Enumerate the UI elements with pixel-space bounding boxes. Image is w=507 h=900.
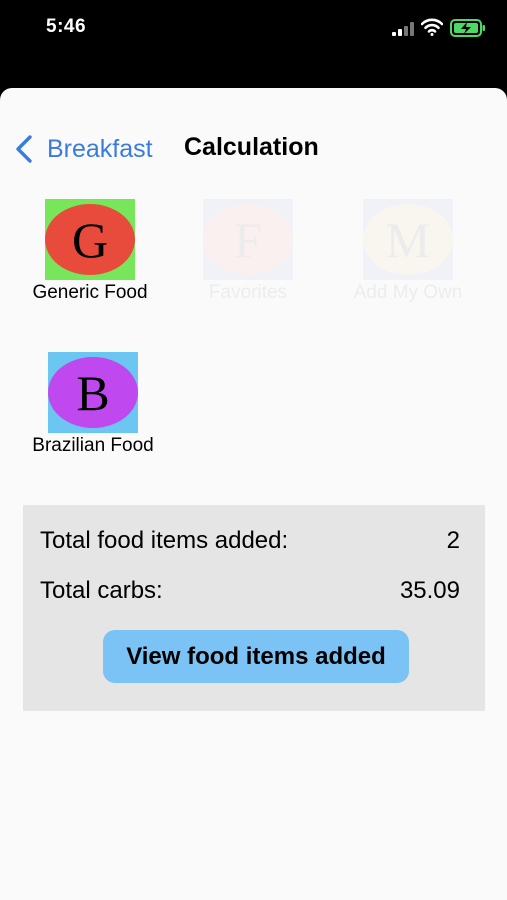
view-food-items-button[interactable]: View food items added <box>103 630 409 683</box>
total-carbs-row: Total carbs: 35.09 <box>40 577 460 605</box>
tile-label-add-my-own: Add My Own <box>353 282 463 303</box>
total-items-value: 2 <box>446 527 460 554</box>
battery-charging-icon <box>450 19 485 37</box>
tile-label-generic-food: Generic Food <box>32 282 148 303</box>
cellular-signal-icon <box>392 22 414 36</box>
total-items-label: Total food items added: <box>40 527 289 554</box>
tile-generic-food[interactable]: G Generic Food <box>15 199 165 304</box>
tile-favorites[interactable]: F Favorites <box>173 199 323 304</box>
brazilian-food-icon: B <box>48 352 138 433</box>
favorites-icon: F <box>203 199 293 280</box>
page-title: Calculation <box>184 133 319 161</box>
status-time: 5:46 <box>46 16 87 37</box>
chevron-left-icon <box>16 135 32 163</box>
tile-add-my-own[interactable]: M Add My Own <box>333 199 483 304</box>
tile-label-brazilian-food: Brazilian Food <box>32 435 154 456</box>
tile-label-favorites: Favorites <box>208 282 288 303</box>
add-my-own-icon: M <box>363 199 453 280</box>
tile-brazilian-food[interactable]: B Brazilian Food <box>18 352 168 457</box>
calculation-sheet: Breakfast Calculation G Generic Food F F… <box>0 88 507 900</box>
generic-food-icon: G <box>45 199 135 280</box>
summary-panel: Total food items added: 2 Total carbs: 3… <box>23 505 485 711</box>
total-carbs-label: Total carbs: <box>40 577 163 604</box>
total-carbs-value: 35.09 <box>399 577 460 604</box>
total-items-row: Total food items added: 2 <box>40 527 460 555</box>
back-button[interactable]: Breakfast <box>14 132 153 166</box>
status-bar: 5:46 <box>0 0 507 88</box>
back-button-label: Breakfast <box>47 134 153 163</box>
wifi-icon <box>421 18 443 36</box>
